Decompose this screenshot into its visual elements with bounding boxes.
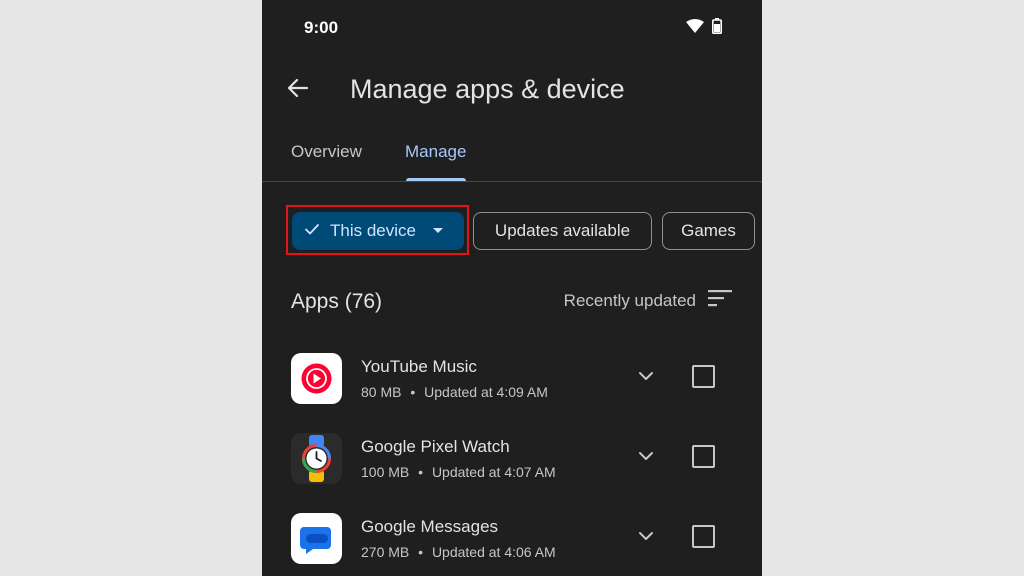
app-row[interactable]: Google Messages 270 MB • Updated at 4:06… (262, 505, 762, 575)
app-name: Google Pixel Watch (361, 437, 510, 456)
meta-separator: • (418, 464, 424, 480)
tab-bar: Overview Manage (262, 130, 762, 182)
check-icon (304, 221, 320, 242)
app-bar: Manage apps & device (262, 62, 762, 118)
sort-label: Recently updated (563, 290, 696, 310)
tab-indicator (406, 178, 466, 181)
app-meta: 270 MB • Updated at 4:06 AM (361, 544, 556, 560)
wifi-icon (686, 19, 704, 38)
app-meta: 80 MB • Updated at 4:09 AM (361, 384, 548, 400)
select-checkbox[interactable] (692, 365, 715, 388)
chevron-down-icon (638, 368, 654, 386)
pixel-watch-icon (291, 433, 342, 484)
dropdown-arrow-icon (432, 221, 444, 241)
chevron-down-icon (638, 448, 654, 466)
expand-button[interactable] (632, 363, 660, 391)
app-name: Google Messages (361, 517, 499, 536)
chevron-down-icon (638, 528, 654, 546)
back-button[interactable] (280, 72, 316, 108)
arrow-back-icon (287, 77, 309, 104)
sort-icon (708, 289, 732, 312)
meta-separator: • (410, 384, 416, 400)
expand-button[interactable] (632, 443, 660, 471)
expand-button[interactable] (632, 523, 660, 551)
app-updated-time: Updated at 4:06 AM (431, 544, 556, 560)
page-title: Manage apps & device (350, 74, 625, 104)
tab-overview[interactable]: Overview (291, 142, 362, 162)
chip-this-device[interactable]: This device (292, 212, 464, 250)
select-checkbox[interactable] (692, 445, 715, 468)
status-time: 9:00 (304, 18, 339, 37)
tab-manage[interactable]: Manage (405, 142, 466, 162)
filter-chips: This device Updates available Games (262, 205, 762, 257)
chip-updates-available[interactable]: Updates available (473, 212, 652, 250)
select-checkbox[interactable] (692, 525, 715, 548)
app-size: 100 MB (361, 464, 410, 480)
phone-screen: 9:00 Manage apps & device Overview Manag… (262, 0, 762, 576)
app-size: 270 MB (361, 544, 410, 560)
app-updated-time: Updated at 4:09 AM (424, 384, 548, 400)
app-updated-time: Updated at 4:07 AM (431, 464, 556, 480)
chip-this-device-label: This device (330, 221, 416, 240)
apps-section-header: Apps (76) Recently updated (262, 280, 762, 324)
meta-separator: • (418, 544, 424, 560)
app-row[interactable]: Google Pixel Watch 100 MB • Updated at 4… (262, 425, 762, 495)
app-name: YouTube Music (361, 357, 477, 376)
sort-button[interactable]: Recently updated (564, 289, 732, 312)
battery-icon (712, 18, 722, 39)
messages-icon (291, 513, 342, 564)
status-icons (686, 18, 722, 39)
apps-count: Apps (76) (291, 290, 383, 313)
youtube-music-icon (291, 353, 342, 404)
chip-games[interactable]: Games (662, 212, 755, 250)
status-bar: 9:00 (262, 0, 762, 56)
app-size: 80 MB (361, 384, 402, 400)
app-row[interactable]: YouTube Music 80 MB • Updated at 4:09 AM (262, 345, 762, 415)
app-meta: 100 MB • Updated at 4:07 AM (361, 464, 556, 480)
